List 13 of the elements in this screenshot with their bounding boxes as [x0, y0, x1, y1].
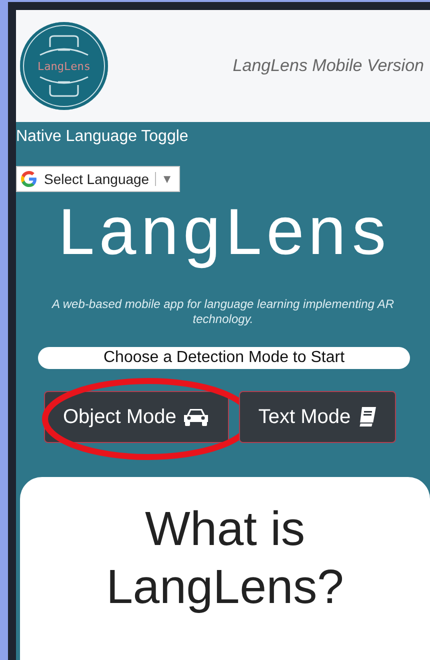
- app-description: A web-based mobile app for language learning implementing AR technology.: [50, 297, 395, 327]
- toggle-label: Native Language Toggle: [16, 128, 188, 146]
- app-title: LangLens: [54, 198, 392, 275]
- mode-prompt: Choose a Detection Mode to Start: [38, 347, 410, 369]
- tagline: LangLens Mobile Version: [232, 56, 424, 76]
- mode-button[interactable]: Object Mode: [44, 391, 230, 443]
- car-icon: [182, 407, 210, 427]
- logo-text: LangLens: [38, 60, 90, 72]
- book-icon: [356, 406, 377, 428]
- mode-button[interactable]: Text Mode: [239, 391, 396, 443]
- language-select[interactable]: Select Language ▼: [16, 166, 180, 192]
- card-heading: What is LangLens?: [105, 502, 345, 616]
- google-icon: [20, 170, 38, 188]
